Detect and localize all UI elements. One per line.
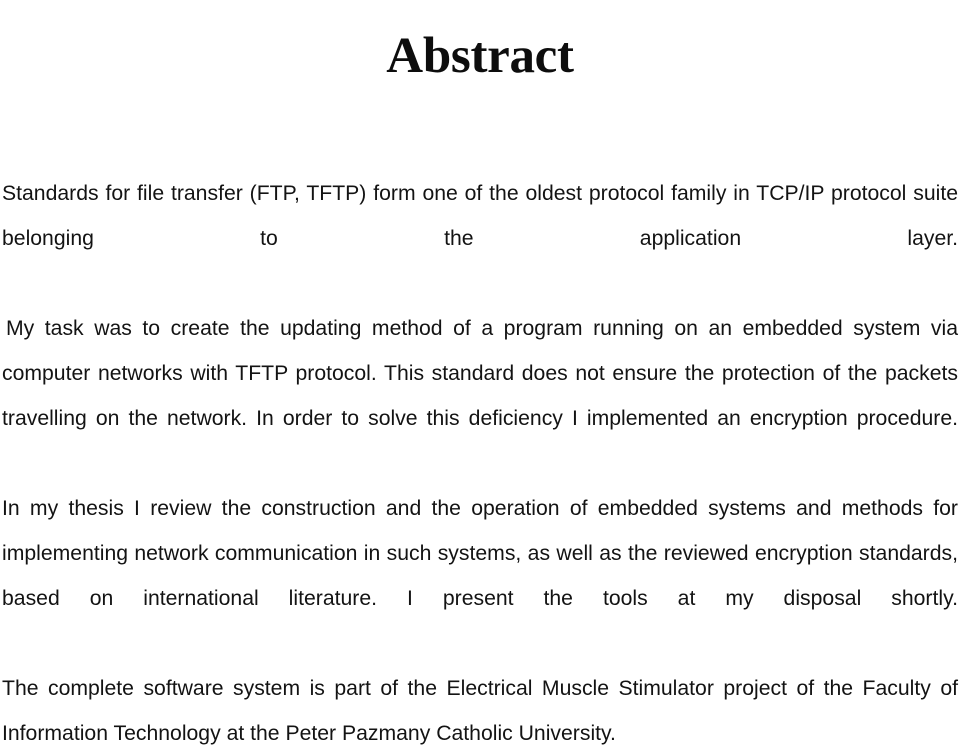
abstract-body: Standards for file transfer (FTP, TFTP) … [2, 171, 958, 756]
page-title: Abstract [386, 28, 574, 85]
paragraph-2: My task was to create the updating metho… [2, 317, 958, 430]
paragraph-4: The complete software system is part of … [2, 677, 958, 745]
paragraph-1: Standards for file transfer (FTP, TFTP) … [2, 182, 958, 250]
paragraph-3: In my thesis I review the construction a… [2, 497, 958, 610]
document-page: Abstract Standards for file transfer (FT… [0, 0, 960, 745]
